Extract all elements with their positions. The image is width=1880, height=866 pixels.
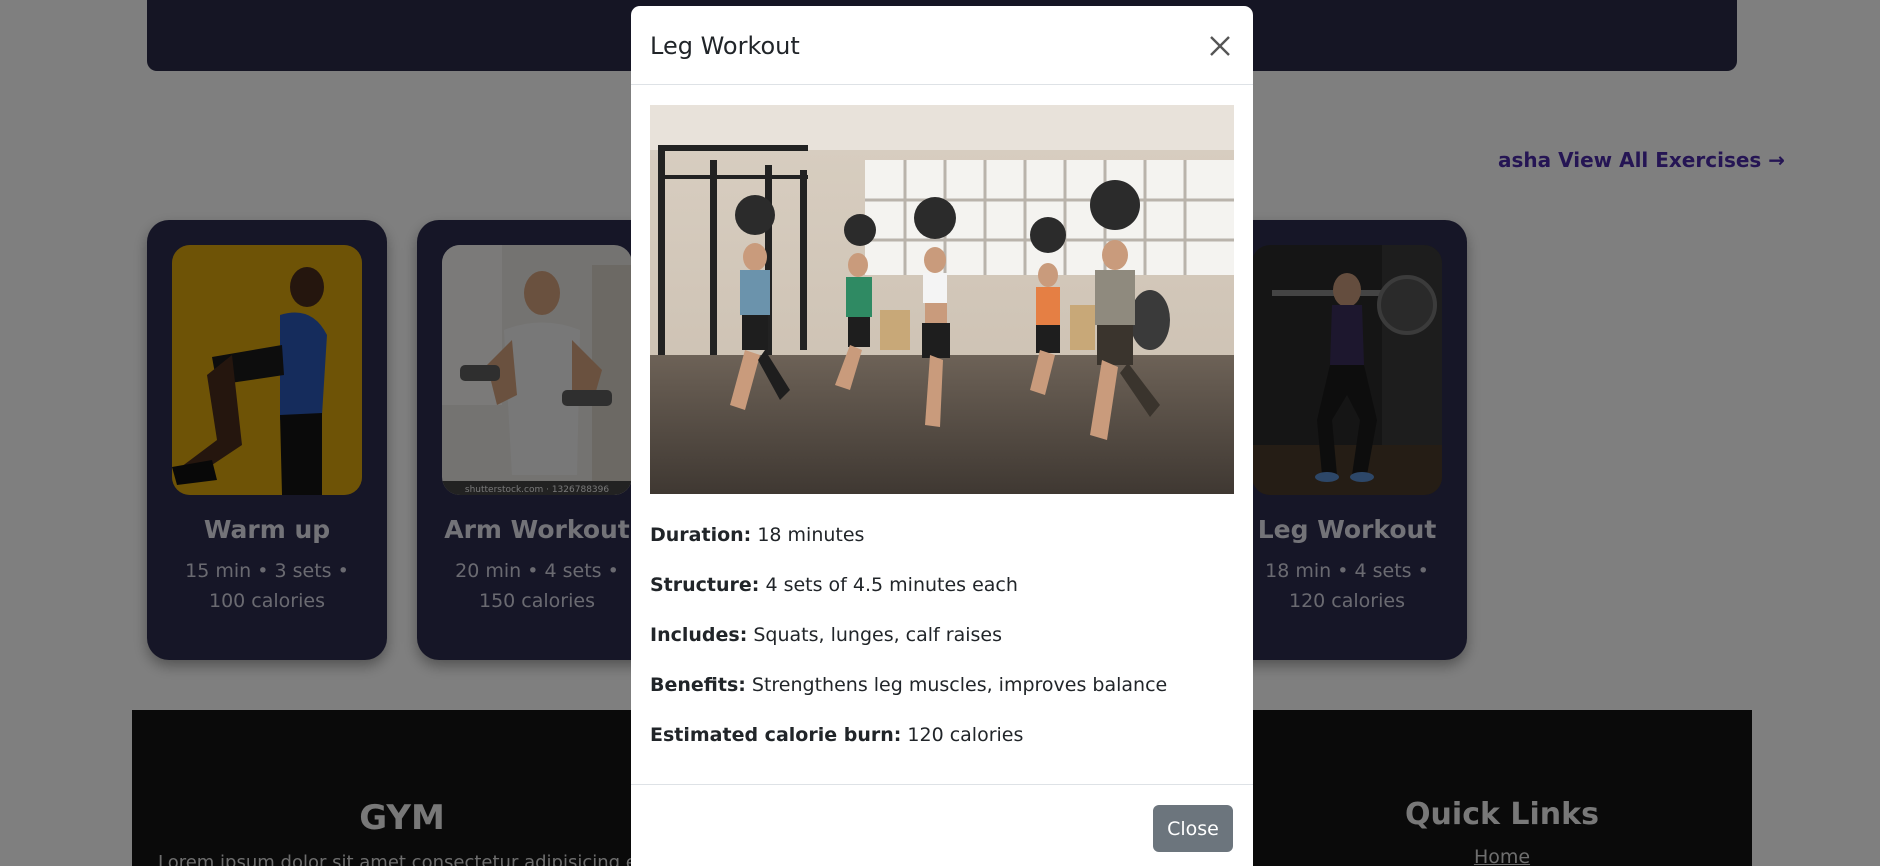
detail-value: 120 calories <box>907 724 1024 746</box>
detail-includes: Includes: Squats, lunges, calf raises <box>650 624 1002 646</box>
detail-duration: Duration: 18 minutes <box>650 524 864 546</box>
workout-detail-modal: Leg Workout Duration: 18 minutes Structu… <box>631 6 1253 866</box>
modal-title: Leg Workout <box>650 32 800 60</box>
modal-footer-divider <box>631 784 1253 785</box>
detail-value: 18 minutes <box>757 524 865 546</box>
modal-header: Leg Workout <box>631 6 1253 85</box>
detail-calorie-burn: Estimated calorie burn: 120 calories <box>650 724 1023 746</box>
page: asha View All Exercises → Warm up 15 min… <box>0 0 1880 866</box>
detail-value: Strengthens leg muscles, improves balanc… <box>751 674 1168 696</box>
detail-label: Structure: <box>650 574 760 596</box>
detail-label: Duration: <box>650 524 752 546</box>
detail-label: Includes: <box>650 624 748 646</box>
detail-benefits: Benefits: Strengthens leg muscles, impro… <box>650 674 1167 696</box>
detail-value: Squats, lunges, calf raises <box>753 624 1002 646</box>
detail-value: 4 sets of 4.5 minutes each <box>765 574 1018 596</box>
close-button[interactable]: Close <box>1153 805 1233 852</box>
leg-workout-photo <box>650 105 1234 494</box>
detail-label: Estimated calorie burn: <box>650 724 902 746</box>
detail-structure: Structure: 4 sets of 4.5 minutes each <box>650 574 1018 596</box>
close-icon[interactable] <box>1205 31 1235 61</box>
detail-label: Benefits: <box>650 674 746 696</box>
